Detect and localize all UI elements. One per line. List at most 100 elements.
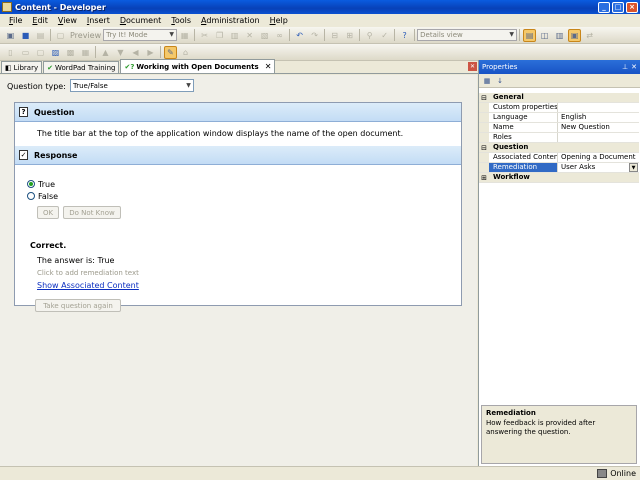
save-icon[interactable]: ■ [19, 29, 32, 42]
question-type-label: Question type: [7, 82, 66, 91]
app-icon [2, 2, 12, 12]
pin-icon[interactable]: ⊥ [622, 63, 628, 71]
menu-administration[interactable]: Administration [196, 16, 265, 25]
menu-document[interactable]: Document [115, 16, 166, 25]
promote-icon[interactable]: ▶ [144, 46, 157, 59]
preview-label[interactable]: Preview [70, 31, 101, 40]
category-general[interactable]: ⊟ General [479, 93, 639, 103]
link-icon[interactable]: ∞ [273, 29, 286, 42]
option-false[interactable]: False [27, 190, 461, 202]
close-tab-icon[interactable]: ✕ [265, 62, 272, 71]
menu-view[interactable]: View [53, 16, 82, 25]
option-true[interactable]: True [27, 178, 461, 190]
paste-icon[interactable]: ▥ [228, 29, 241, 42]
check-doc-icon: ✔ [47, 63, 53, 72]
property-row[interactable]: Custom properties [479, 103, 639, 113]
delete-icon[interactable]: ✕ [243, 29, 256, 42]
main-toolbar: ▣ ■ ▤ ▢ Preview Try It! Mode ▼ ▦ ✂ ❐ ▥ ✕ … [0, 27, 640, 44]
close-properties-icon[interactable]: ✕ [631, 63, 637, 71]
menu-edit[interactable]: Edit [27, 16, 53, 25]
status-text: Online [610, 469, 636, 478]
take-question-again-button[interactable]: Take question again [35, 299, 121, 312]
sort-alpha-icon[interactable]: ↓ [495, 76, 505, 86]
undo-icon[interactable]: ↶ [293, 29, 306, 42]
chevron-down-icon: ▼ [169, 31, 174, 38]
library-icon: ◧ [5, 63, 12, 72]
zoom-out-icon[interactable]: ⊟ [328, 29, 341, 42]
property-row[interactable]: Associated Content Opening a Document [479, 153, 639, 163]
cut-icon[interactable]: ✂ [198, 29, 211, 42]
category-workflow[interactable]: ⊞ Workflow [479, 173, 639, 183]
document-tabs: ◧ Library ✔ WordPad Training ✔? Working … [0, 59, 478, 74]
ok-button[interactable]: OK [37, 206, 59, 219]
tab-library[interactable]: ◧ Library [1, 61, 43, 73]
categorized-icon[interactable]: ▦ [482, 76, 492, 86]
collapse-icon[interactable]: ⊟ [479, 93, 489, 102]
radio-true[interactable] [27, 180, 35, 188]
layout-pane-icon[interactable]: ▣ [568, 28, 582, 42]
insert-topic-icon[interactable]: ▢ [34, 46, 47, 59]
question-text[interactable]: The title bar at the top of the applicat… [15, 122, 461, 146]
expand-icon[interactable]: ⊞ [479, 173, 489, 182]
insert-page-icon[interactable]: ▭ [19, 46, 32, 59]
property-row[interactable]: Name New Question [479, 123, 639, 133]
description-text: How feedback is provided after answering… [486, 419, 596, 436]
demote-icon[interactable]: ◀ [129, 46, 142, 59]
view-select[interactable]: Details view ▼ [417, 29, 518, 41]
insert-link-icon[interactable]: ▦ [79, 46, 92, 59]
tab-working-with-open-documents[interactable]: ✔? Working with Open Documents ✕ [120, 59, 276, 73]
description-title: Remediation [486, 409, 536, 417]
insert-frame-icon[interactable]: ▩ [64, 46, 77, 59]
question-icon: ? [19, 107, 28, 117]
layout-columns-icon[interactable]: ▥ [553, 29, 566, 42]
layout-details-icon[interactable]: ▤ [523, 28, 537, 42]
edit-pencil-icon[interactable]: ✎ [164, 45, 177, 59]
properties-pane: Properties ⊥ ✕ ▦ ↓ ⊟ General Custom prop… [478, 60, 640, 466]
response-section-header: ✓ Response [15, 146, 461, 165]
question-section-header: ? Question [15, 103, 461, 122]
help-icon[interactable]: ? [398, 29, 411, 42]
sync-icon[interactable]: ⇄ [583, 29, 596, 42]
property-row[interactable]: Language English [479, 113, 639, 123]
radio-false[interactable] [27, 192, 35, 200]
properties-icon[interactable]: ▧ [258, 29, 271, 42]
find-icon[interactable]: ⚲ [363, 29, 376, 42]
property-grid: ⊟ General Custom properties Language Eng… [479, 93, 639, 183]
zoom-in-icon[interactable]: ⊞ [343, 29, 356, 42]
spelling-icon[interactable]: ✓ [378, 29, 391, 42]
minimize-button[interactable]: _ [598, 1, 610, 13]
menu-tools[interactable]: Tools [166, 16, 196, 25]
mode-select[interactable]: Try It! Mode ▼ [103, 29, 178, 41]
question-editor: Question type: True/False ▼ ? Question T… [0, 75, 477, 466]
remediation-placeholder[interactable]: Click to add remediation text [37, 269, 139, 277]
category-question[interactable]: ⊟ Question [479, 143, 639, 153]
title-bar: Content - Developer _ □ × [0, 0, 640, 14]
insert-image-icon[interactable]: ▨ [49, 46, 62, 59]
property-row[interactable]: Roles [479, 133, 639, 143]
menu-file[interactable]: File [4, 16, 27, 25]
collapse-icon[interactable]: ⊟ [479, 143, 489, 152]
menu-help[interactable]: Help [265, 16, 293, 25]
menu-bar: File Edit View Insert Document Tools Adm… [0, 14, 640, 27]
copy-icon[interactable]: ❐ [213, 29, 226, 42]
show-associated-content-link[interactable]: Show Associated Content [37, 281, 139, 290]
print-icon[interactable]: ▤ [34, 29, 47, 42]
question-type-select[interactable]: True/False ▼ [70, 79, 194, 92]
close-window-button[interactable]: × [626, 1, 638, 13]
insert-icon[interactable]: ▯ [4, 46, 17, 59]
move-up-icon[interactable]: ▲ [99, 46, 112, 59]
do-not-know-button[interactable]: Do Not Know [63, 206, 121, 219]
publish-icon[interactable]: ▦ [178, 29, 191, 42]
property-row-remediation[interactable]: Remediation User Asks ▼ [479, 163, 639, 173]
menu-insert[interactable]: Insert [82, 16, 115, 25]
preview-icon[interactable]: ▢ [54, 29, 67, 42]
move-down-icon[interactable]: ▼ [114, 46, 127, 59]
maximize-button[interactable]: □ [612, 1, 624, 13]
tab-wordpad-training[interactable]: ✔ WordPad Training [43, 61, 120, 73]
redo-icon[interactable]: ↷ [308, 29, 321, 42]
open-folder-icon[interactable]: ▣ [4, 29, 17, 42]
close-pane-icon[interactable]: ✕ [468, 62, 477, 71]
layout-split-icon[interactable]: ◫ [538, 29, 551, 42]
chevron-down-icon[interactable]: ▼ [629, 163, 638, 172]
record-icon[interactable]: ⌂ [179, 46, 192, 59]
